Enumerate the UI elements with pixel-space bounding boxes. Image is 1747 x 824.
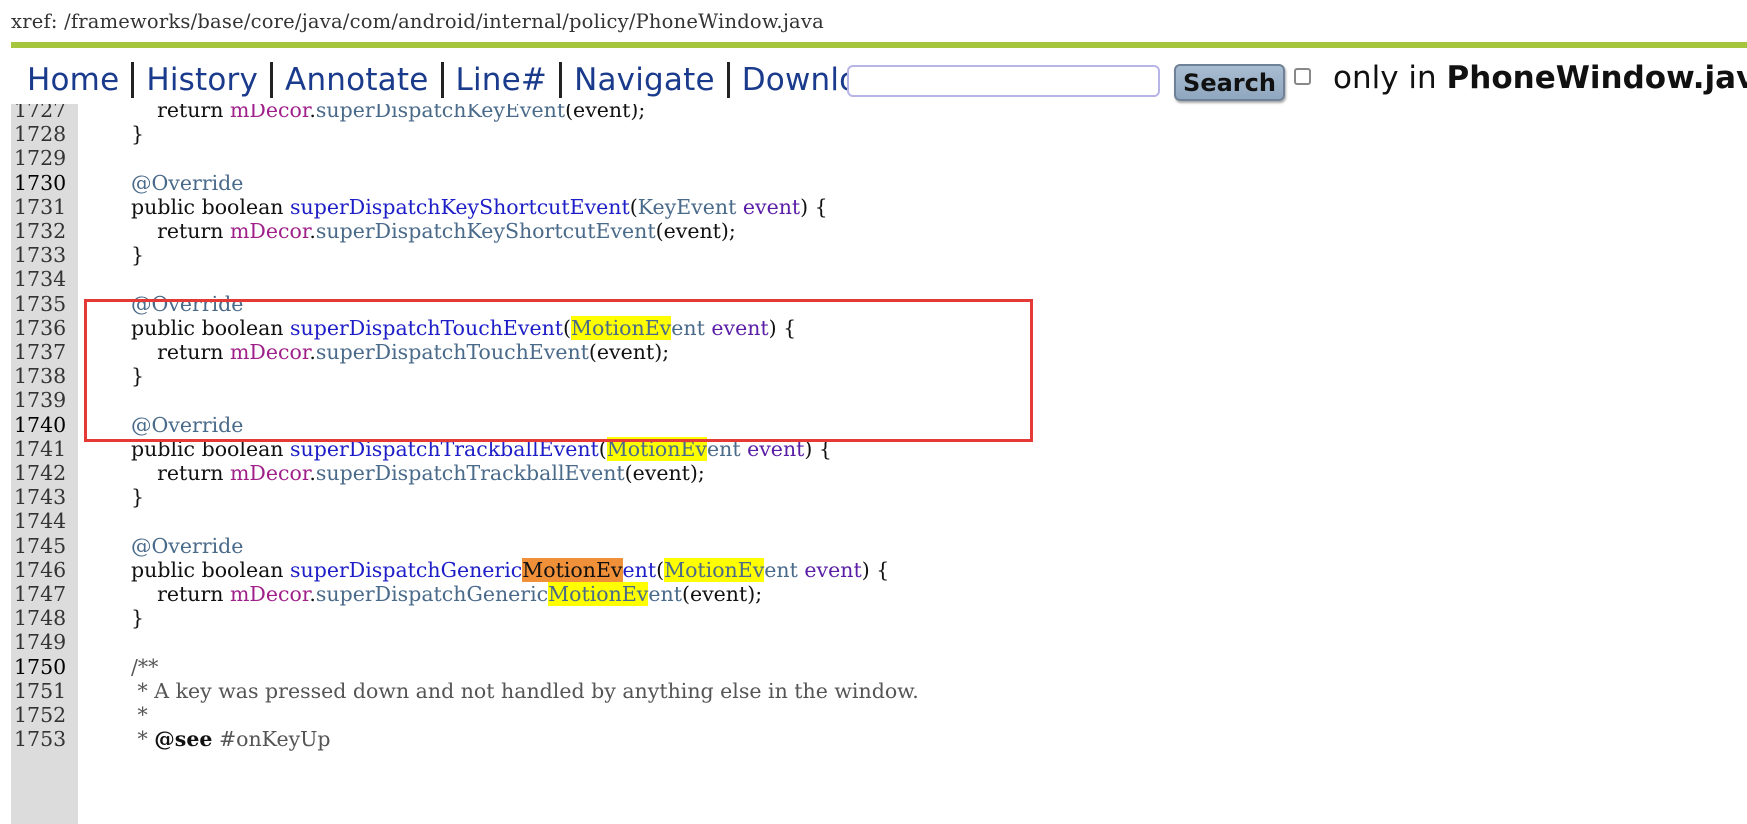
code-text: return mDecor.superDispatchGenericMotion… [157, 582, 763, 606]
line-number-link[interactable]: 1752 [14, 702, 66, 729]
line-number-link[interactable]: 1747 [14, 581, 66, 608]
code-text: * @see #onKeyUp [131, 727, 331, 752]
code-text: * [131, 703, 148, 727]
code-text: @Override [131, 170, 244, 195]
xref-path[interactable]: /frameworks/base/core/java/com/android/i… [64, 10, 824, 33]
code-line: 1731 public boolean superDispatchKeyShort… [0, 194, 1747, 221]
code-text: return mDecor.superDispatchKeyShortcutEv… [157, 219, 736, 243]
code-line: 1751 * A key was pressed down and not ha… [0, 678, 1747, 705]
search-button[interactable]: Search [1174, 64, 1285, 101]
nav-separator [270, 62, 274, 98]
line-number-link[interactable]: 1743 [14, 484, 66, 511]
code-line: 1730 @Override [0, 170, 1747, 197]
nav-line-link[interactable]: Line# [456, 62, 548, 98]
header-divider [11, 42, 1747, 48]
line-number-link[interactable]: 1739 [14, 387, 66, 414]
only-in-text: only in [1333, 60, 1437, 96]
line-number-link[interactable]: 1750 [14, 654, 66, 681]
nav-home-link[interactable]: Home [27, 62, 119, 98]
line-number-link[interactable]: 1732 [14, 218, 66, 245]
nav-separator [559, 62, 563, 98]
line-number-link[interactable]: 1744 [14, 508, 66, 535]
code-line: 1746 public boolean superDispatchGenericM… [0, 557, 1747, 584]
xref-prefix: xref: [11, 10, 58, 33]
nav-navigate-link[interactable]: Navigate [574, 62, 715, 98]
line-number-link[interactable]: 1730 [14, 170, 66, 197]
only-in-file-label: only in PhoneWindow.java [1333, 60, 1747, 96]
code-text: } [131, 485, 145, 510]
line-number-link[interactable]: 1735 [14, 291, 66, 318]
nav-separator [726, 62, 730, 98]
code-line: 1749 [0, 629, 1747, 656]
nav-separator [440, 62, 444, 98]
code-line: 1734 [0, 266, 1747, 293]
code-text: @Override [131, 533, 244, 558]
line-number-link[interactable]: 1738 [14, 363, 66, 390]
code-line: 1728} [0, 121, 1747, 148]
code-line: 1748} [0, 605, 1747, 632]
code-line: 1732 return mDecor.superDispatchKeyShort… [0, 218, 1747, 245]
code-line: 1745 @Override [0, 533, 1747, 560]
line-number-link[interactable]: 1737 [14, 339, 66, 366]
line-number-link[interactable]: 1740 [14, 412, 66, 439]
code-line: 1733} [0, 242, 1747, 269]
line-number-link[interactable]: 1745 [14, 533, 66, 560]
code-line: 1752 * [0, 702, 1747, 729]
nav-annotate-link[interactable]: Annotate [285, 62, 428, 98]
code-text: /** [131, 654, 159, 679]
code-text: } [131, 122, 145, 147]
line-number-link[interactable]: 1749 [14, 629, 66, 656]
source-code-view: 1727 return mDecor.superDispatchKeyEvent… [0, 104, 1747, 824]
code-line: 1744 [0, 508, 1747, 535]
xref-breadcrumb: xref: /frameworks/base/core/java/com/and… [11, 10, 824, 38]
code-line: 1743} [0, 484, 1747, 511]
line-number-link[interactable]: 1746 [14, 557, 66, 584]
line-number-link[interactable]: 1753 [14, 726, 66, 753]
top-nav: Home History Annotate Line# Navigate Dow… [27, 56, 897, 104]
code-line: 1729 [0, 145, 1747, 172]
code-text: } [131, 606, 145, 631]
code-text: public boolean superDispatchKeyShortcutE… [131, 194, 828, 219]
line-number-link[interactable]: 1741 [14, 436, 66, 463]
line-number-link[interactable]: 1742 [14, 460, 66, 487]
line-number-link[interactable]: 1733 [14, 242, 66, 269]
line-number-link[interactable]: 1731 [14, 194, 66, 221]
code-line: 1742 return mDecor.superDispatchTrackbal… [0, 460, 1747, 487]
code-line: 1753 * @see #onKeyUp [0, 726, 1747, 753]
nav-separator [131, 62, 135, 98]
line-number-link[interactable]: 1734 [14, 266, 66, 293]
only-in-filename: PhoneWindow.java [1446, 60, 1747, 96]
code-line: 1747 return mDecor.superDispatchGenericM… [0, 581, 1747, 608]
annotation-highlight-box [84, 299, 1033, 442]
search-input[interactable] [847, 65, 1160, 97]
code-text: public boolean superDispatchGenericMotio… [131, 557, 890, 582]
line-number-link[interactable]: 1748 [14, 605, 66, 632]
line-number-link[interactable]: 1736 [14, 315, 66, 342]
code-text: return mDecor.superDispatchTrackballEven… [157, 461, 705, 485]
line-number-link[interactable]: 1729 [14, 145, 66, 172]
nav-history-link[interactable]: History [146, 62, 258, 98]
code-text: * A key was pressed down and not handled… [131, 678, 919, 703]
code-text: } [131, 243, 145, 268]
only-in-file-checkbox[interactable] [1294, 68, 1311, 85]
line-number-link[interactable]: 1751 [14, 678, 66, 705]
line-number-link[interactable]: 1728 [14, 121, 66, 148]
code-line: 1750 /** [0, 654, 1747, 681]
